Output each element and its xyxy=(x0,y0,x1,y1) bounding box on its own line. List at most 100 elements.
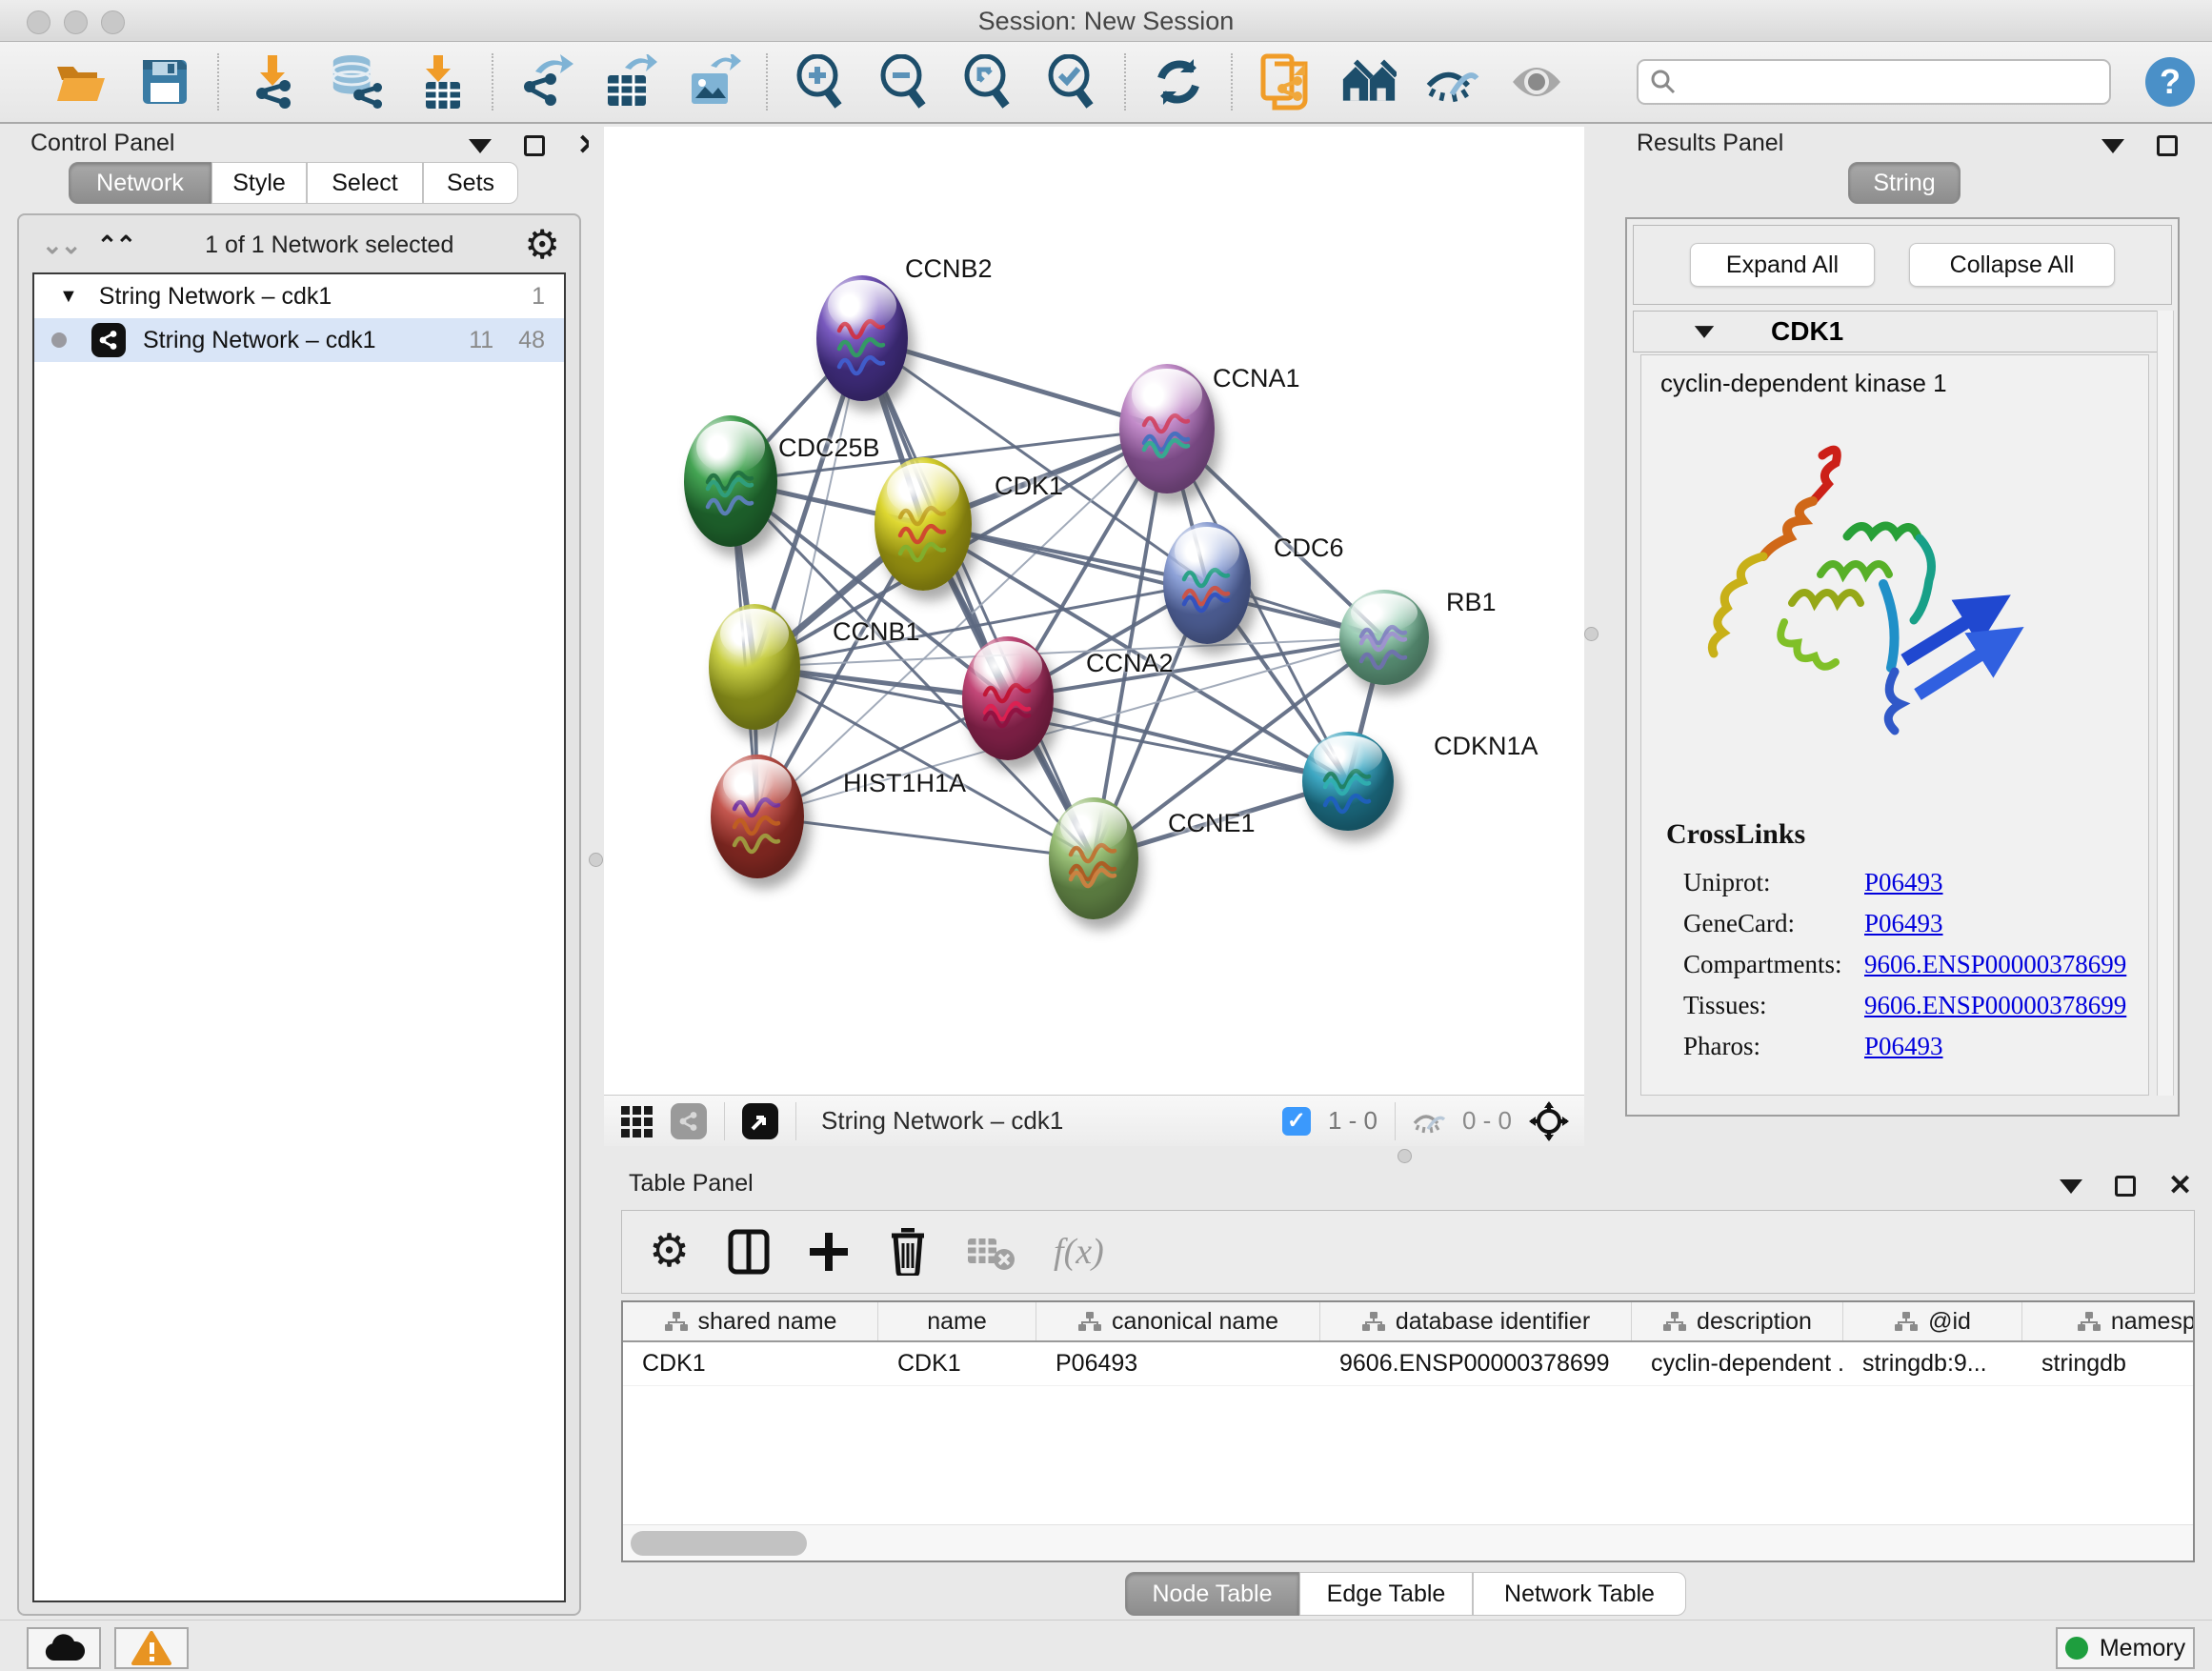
control-panel-float-icon[interactable] xyxy=(524,135,545,156)
function-builder-button[interactable]: f(x) xyxy=(1054,1231,1104,1273)
import-network-icon[interactable] xyxy=(244,54,299,110)
import-table-icon[interactable]: , xyxy=(412,54,467,110)
table-cell[interactable]: P06493 xyxy=(1036,1342,1320,1385)
crosslink-link[interactable]: 9606.ENSP00000378699 xyxy=(1864,950,2126,979)
tab-edge-table[interactable]: Edge Table xyxy=(1299,1572,1473,1616)
collection-expand-icon[interactable]: ▼ xyxy=(59,286,78,308)
gene-section-header[interactable]: CDK1 xyxy=(1633,311,2172,352)
tab-node-table[interactable]: Node Table xyxy=(1125,1572,1299,1616)
table-cell[interactable]: stringdb:9... xyxy=(1843,1342,2022,1385)
results-panel-float-icon[interactable] xyxy=(2157,135,2178,156)
first-neighbors-icon[interactable] xyxy=(1341,54,1397,110)
tab-string[interactable]: String xyxy=(1848,162,1961,204)
network-node-CDC25B[interactable] xyxy=(684,415,777,547)
import-network-database-icon[interactable] xyxy=(328,54,383,110)
network-canvas[interactable]: CCNB2CCNA1CDC25BCDK1CDC6RB1CCNB1CCNA2CDK… xyxy=(604,127,1584,1095)
table-cell[interactable]: stringdb xyxy=(2022,1342,2195,1385)
show-columns-icon[interactable] xyxy=(728,1229,770,1275)
clone-network-icon[interactable] xyxy=(1257,54,1313,110)
delete-column-icon[interactable] xyxy=(888,1228,928,1276)
cloud-status-button[interactable] xyxy=(27,1627,101,1669)
tab-network[interactable]: Network xyxy=(69,162,211,204)
zoom-in-icon[interactable] xyxy=(793,54,848,110)
network-node-CDK1[interactable] xyxy=(875,457,972,591)
refresh-view-icon[interactable] xyxy=(1151,54,1206,110)
network-node-CDC6[interactable] xyxy=(1163,522,1251,644)
column-header-namespace[interactable]: namespace xyxy=(2022,1302,2195,1340)
export-network-icon[interactable] xyxy=(518,54,573,110)
results-panel-menu-icon[interactable] xyxy=(2101,139,2124,153)
memory-button[interactable]: Memory xyxy=(2056,1627,2195,1669)
network-node-CCNA2[interactable] xyxy=(962,636,1054,760)
column-header-canonical-name[interactable]: canonical name xyxy=(1036,1302,1320,1340)
crosslink-link[interactable]: 9606.ENSP00000378699 xyxy=(1864,991,2126,1020)
network-table-splitter-handle[interactable] xyxy=(1398,1149,1412,1163)
tab-style[interactable]: Style xyxy=(211,162,307,204)
save-session-icon[interactable] xyxy=(137,54,192,110)
zoom-out-icon[interactable] xyxy=(876,54,932,110)
table-cell[interactable]: 9606.ENSP00000378699 xyxy=(1320,1342,1632,1385)
network-row-selected[interactable]: String Network – cdk1 11 48 xyxy=(34,318,564,362)
table-panel-close-icon[interactable]: ✕ xyxy=(2168,1176,2192,1197)
control-panel-menu-icon[interactable] xyxy=(469,139,492,153)
show-all-icon[interactable] xyxy=(1509,54,1564,110)
network-node-CCNE1[interactable] xyxy=(1049,797,1138,919)
network-node-CCNA1[interactable] xyxy=(1119,364,1215,493)
network-node-CCNB1[interactable] xyxy=(709,604,800,730)
control-network-splitter[interactable] xyxy=(589,124,604,1620)
crosslink-link[interactable]: P06493 xyxy=(1864,1032,1943,1061)
network-view-toolbar: String Network – cdk1 ✓ 1 - 0 0 - 0 xyxy=(604,1095,1584,1146)
delete-table-icon[interactable] xyxy=(966,1233,1016,1271)
zoom-fit-icon[interactable] xyxy=(960,54,1016,110)
network-list: ▼ String Network – cdk1 1 String Network… xyxy=(32,272,566,1602)
export-image-icon[interactable] xyxy=(686,54,741,110)
expand-all-networks-icon[interactable]: ⌃⌃ xyxy=(97,231,135,260)
tab-sets[interactable]: Sets xyxy=(423,162,518,204)
column-header-description[interactable]: description xyxy=(1632,1302,1843,1340)
column-header-shared-name[interactable]: shared name xyxy=(623,1302,878,1340)
table-row[interactable]: CDK1CDK1P064939606.ENSP00000378699cyclin… xyxy=(623,1342,2193,1386)
table-cell[interactable]: CDK1 xyxy=(623,1342,878,1385)
network-options-gear-icon[interactable]: ⚙ xyxy=(524,226,560,264)
table-panel-menu-icon[interactable] xyxy=(2060,1179,2082,1194)
control-panel-tabs: Network Style Select Sets xyxy=(69,162,518,204)
collapse-all-button[interactable]: Collapse All xyxy=(1909,243,2115,287)
table-options-gear-icon[interactable]: ⚙ xyxy=(649,1233,690,1271)
help-icon[interactable]: ? xyxy=(2145,57,2195,107)
hide-selected-icon[interactable] xyxy=(1425,54,1480,110)
grid-view-icon[interactable] xyxy=(619,1104,654,1138)
tab-select[interactable]: Select xyxy=(307,162,423,204)
table-cell[interactable]: CDK1 xyxy=(878,1342,1036,1385)
tab-network-table[interactable]: Network Table xyxy=(1473,1572,1686,1616)
network-view-type-icon[interactable] xyxy=(671,1103,707,1139)
crosslink-label: Compartments: xyxy=(1683,950,1864,979)
network-node-CDKN1A[interactable] xyxy=(1302,732,1394,831)
open-session-icon[interactable] xyxy=(53,54,109,110)
table-cell[interactable]: cyclin-dependent ... xyxy=(1632,1342,1843,1385)
birds-eye-view-icon[interactable] xyxy=(742,1103,778,1139)
results-scrollbar[interactable] xyxy=(2157,311,2174,1096)
crosslink-link[interactable]: P06493 xyxy=(1864,909,1943,938)
network-node-RB1[interactable] xyxy=(1339,590,1429,685)
column-header-name[interactable]: name xyxy=(878,1302,1036,1340)
node-label-RB1: RB1 xyxy=(1446,588,1497,617)
add-column-icon[interactable] xyxy=(808,1231,850,1273)
expand-all-button[interactable]: Expand All xyxy=(1690,243,1875,287)
table-panel-title: Table Panel xyxy=(629,1170,754,1198)
gene-collapse-icon[interactable] xyxy=(1695,326,1714,338)
collapse-all-networks-icon[interactable]: ⌄⌄ xyxy=(42,231,80,260)
zoom-selected-icon[interactable] xyxy=(1044,54,1099,110)
export-table-icon[interactable] xyxy=(602,54,657,110)
search-input[interactable] xyxy=(1637,59,2111,105)
network-node-HIST1H1A[interactable] xyxy=(711,755,804,878)
warning-status-button[interactable] xyxy=(114,1627,189,1669)
column-header-database-identifier[interactable]: database identifier xyxy=(1320,1302,1632,1340)
table-panel-float-icon[interactable] xyxy=(2115,1176,2136,1197)
selected-checkbox-icon[interactable]: ✓ xyxy=(1282,1107,1311,1136)
column-header--id[interactable]: @id xyxy=(1843,1302,2022,1340)
crosslink-link[interactable]: P06493 xyxy=(1864,868,1943,897)
network-collection-row[interactable]: ▼ String Network – cdk1 1 xyxy=(34,274,564,318)
network-node-CCNB2[interactable] xyxy=(816,275,908,401)
pan-crosshair-icon[interactable] xyxy=(1529,1101,1569,1141)
table-horizontal-scrollbar[interactable] xyxy=(623,1524,2193,1560)
